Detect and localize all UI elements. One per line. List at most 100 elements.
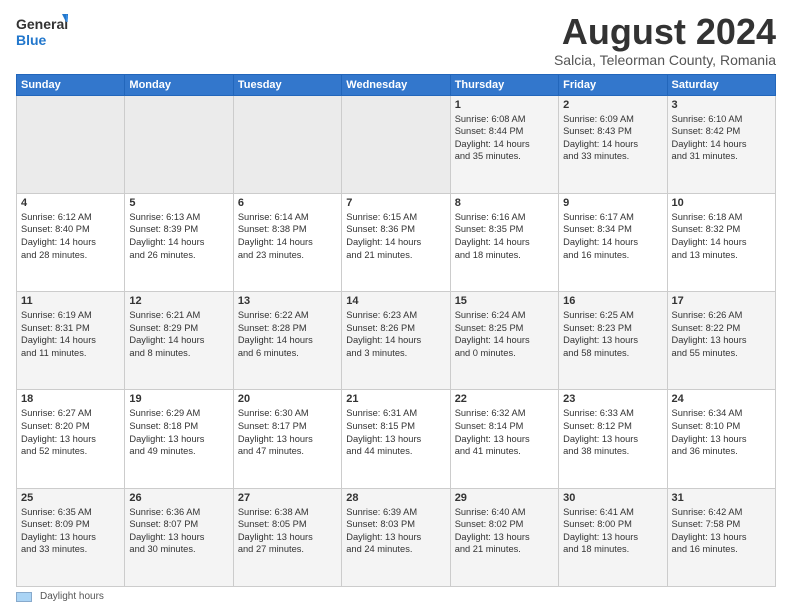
day-number: 16 bbox=[563, 295, 662, 307]
day-number: 6 bbox=[238, 197, 337, 209]
day-number: 7 bbox=[346, 197, 445, 209]
svg-text:General: General bbox=[16, 16, 68, 32]
day-number: 28 bbox=[346, 492, 445, 504]
calendar-cell: 12Sunrise: 6:21 AM Sunset: 8:29 PM Dayli… bbox=[125, 292, 233, 390]
day-number: 12 bbox=[129, 295, 228, 307]
legend-box bbox=[16, 592, 32, 602]
col-monday: Monday bbox=[125, 74, 233, 95]
day-number: 21 bbox=[346, 393, 445, 405]
col-sunday: Sunday bbox=[17, 74, 125, 95]
day-info: Sunrise: 6:39 AM Sunset: 8:03 PM Dayligh… bbox=[346, 506, 445, 556]
day-number: 3 bbox=[672, 99, 771, 111]
calendar-cell: 27Sunrise: 6:38 AM Sunset: 8:05 PM Dayli… bbox=[233, 488, 341, 586]
calendar-cell: 22 Sunrise: 6:32 AM Sunset: 8:14 PM Dayli… bbox=[450, 390, 558, 488]
page: General Blue August 2024 Salcia, Teleorm… bbox=[0, 0, 792, 612]
calendar-cell: 8 Sunrise: 6:16 AM Sunset: 8:35 PM Daylig… bbox=[450, 193, 558, 291]
day-number: 20 bbox=[238, 393, 337, 405]
calendar-cell: 13 Sunrise: 6:22 AM Sunset: 8:28 PM Dayli… bbox=[233, 292, 341, 390]
calendar-row: 18Sunrise: 6:27 AM Sunset: 8:20 PM Dayli… bbox=[17, 390, 776, 488]
calendar-cell: 24Sunrise: 6:34 AM Sunset: 8:10 PM Dayli… bbox=[667, 390, 775, 488]
calendar-cell: 10 Sunrise: 6:18 AM Sunset: 8:32 PM Dayli… bbox=[667, 193, 775, 291]
day-number: 17 bbox=[672, 295, 771, 307]
day-info: Sunrise: 6:22 AM Sunset: 8:28 PM Dayligh… bbox=[238, 309, 337, 359]
day-number: 23 bbox=[563, 393, 662, 405]
svg-text:Blue: Blue bbox=[16, 32, 47, 48]
calendar-cell: 28 Sunrise: 6:39 AM Sunset: 8:03 PM Dayli… bbox=[342, 488, 450, 586]
col-wednesday: Wednesday bbox=[342, 74, 450, 95]
day-number: 26 bbox=[129, 492, 228, 504]
day-info: Sunrise: 6:33 AM Sunset: 8:12 PM Dayligh… bbox=[563, 407, 662, 457]
col-thursday: Thursday bbox=[450, 74, 558, 95]
day-info: Sunrise: 6:31 AM Sunset: 8:15 PM Dayligh… bbox=[346, 407, 445, 457]
day-number: 30 bbox=[563, 492, 662, 504]
day-info: Sunrise: 6:08 AM Sunset: 8:44 PM Dayligh… bbox=[455, 113, 554, 163]
legend-label: Daylight hours bbox=[40, 591, 104, 602]
calendar-row: 11Sunrise: 6:19 AM Sunset: 8:31 PM Dayli… bbox=[17, 292, 776, 390]
day-info: Sunrise: 6:24 AM Sunset: 8:25 PM Dayligh… bbox=[455, 309, 554, 359]
day-number: 2 bbox=[563, 99, 662, 111]
day-number: 8 bbox=[455, 197, 554, 209]
day-info: Sunrise: 6:26 AM Sunset: 8:22 PM Dayligh… bbox=[672, 309, 771, 359]
day-info: Sunrise: 6:36 AM Sunset: 8:07 PM Dayligh… bbox=[129, 506, 228, 556]
calendar-cell bbox=[125, 95, 233, 193]
calendar-cell: 18Sunrise: 6:27 AM Sunset: 8:20 PM Dayli… bbox=[17, 390, 125, 488]
header-row: Sunday Monday Tuesday Wednesday Thursday… bbox=[17, 74, 776, 95]
calendar-cell: 4 Sunrise: 6:12 AM Sunset: 8:40 PM Daylig… bbox=[17, 193, 125, 291]
calendar-cell: 14Sunrise: 6:23 AM Sunset: 8:26 PM Dayli… bbox=[342, 292, 450, 390]
calendar-cell: 7 Sunrise: 6:15 AM Sunset: 8:36 PM Daylig… bbox=[342, 193, 450, 291]
day-number: 31 bbox=[672, 492, 771, 504]
day-number: 4 bbox=[21, 197, 120, 209]
calendar-row: 1 Sunrise: 6:08 AM Sunset: 8:44 PM Daylig… bbox=[17, 95, 776, 193]
col-friday: Friday bbox=[559, 74, 667, 95]
day-number: 5 bbox=[129, 197, 228, 209]
day-info: Sunrise: 6:10 AM Sunset: 8:42 PM Dayligh… bbox=[672, 113, 771, 163]
calendar-table: Sunday Monday Tuesday Wednesday Thursday… bbox=[16, 74, 776, 587]
day-info: Sunrise: 6:16 AM Sunset: 8:35 PM Dayligh… bbox=[455, 211, 554, 261]
day-info: Sunrise: 6:42 AM Sunset: 7:58 PM Dayligh… bbox=[672, 506, 771, 556]
day-number: 29 bbox=[455, 492, 554, 504]
day-info: Sunrise: 6:29 AM Sunset: 8:18 PM Dayligh… bbox=[129, 407, 228, 457]
day-info: Sunrise: 6:13 AM Sunset: 8:39 PM Dayligh… bbox=[129, 211, 228, 261]
day-number: 10 bbox=[672, 197, 771, 209]
location-subtitle: Salcia, Teleorman County, Romania bbox=[554, 52, 776, 68]
day-number: 22 bbox=[455, 393, 554, 405]
calendar-cell: 2 Sunrise: 6:09 AM Sunset: 8:43 PM Daylig… bbox=[559, 95, 667, 193]
logo: General Blue bbox=[16, 12, 68, 52]
day-info: Sunrise: 6:17 AM Sunset: 8:34 PM Dayligh… bbox=[563, 211, 662, 261]
day-number: 18 bbox=[21, 393, 120, 405]
footer: Daylight hours bbox=[16, 591, 776, 602]
day-info: Sunrise: 6:09 AM Sunset: 8:43 PM Dayligh… bbox=[563, 113, 662, 163]
day-info: Sunrise: 6:32 AM Sunset: 8:14 PM Dayligh… bbox=[455, 407, 554, 457]
calendar-cell: 19 Sunrise: 6:29 AM Sunset: 8:18 PM Dayli… bbox=[125, 390, 233, 488]
calendar-cell: 20Sunrise: 6:30 AM Sunset: 8:17 PM Dayli… bbox=[233, 390, 341, 488]
calendar-row: 4 Sunrise: 6:12 AM Sunset: 8:40 PM Daylig… bbox=[17, 193, 776, 291]
day-info: Sunrise: 6:25 AM Sunset: 8:23 PM Dayligh… bbox=[563, 309, 662, 359]
calendar-cell: 25Sunrise: 6:35 AM Sunset: 8:09 PM Dayli… bbox=[17, 488, 125, 586]
day-info: Sunrise: 6:34 AM Sunset: 8:10 PM Dayligh… bbox=[672, 407, 771, 457]
day-number: 14 bbox=[346, 295, 445, 307]
day-info: Sunrise: 6:12 AM Sunset: 8:40 PM Dayligh… bbox=[21, 211, 120, 261]
calendar-cell: 30 Sunrise: 6:41 AM Sunset: 8:00 PM Dayli… bbox=[559, 488, 667, 586]
day-info: Sunrise: 6:18 AM Sunset: 8:32 PM Dayligh… bbox=[672, 211, 771, 261]
calendar-cell bbox=[17, 95, 125, 193]
day-number: 13 bbox=[238, 295, 337, 307]
day-info: Sunrise: 6:15 AM Sunset: 8:36 PM Dayligh… bbox=[346, 211, 445, 261]
day-number: 9 bbox=[563, 197, 662, 209]
header: General Blue August 2024 Salcia, Teleorm… bbox=[16, 12, 776, 68]
col-tuesday: Tuesday bbox=[233, 74, 341, 95]
day-number: 1 bbox=[455, 99, 554, 111]
calendar-cell: 16 Sunrise: 6:25 AM Sunset: 8:23 PM Dayli… bbox=[559, 292, 667, 390]
day-number: 27 bbox=[238, 492, 337, 504]
day-info: Sunrise: 6:19 AM Sunset: 8:31 PM Dayligh… bbox=[21, 309, 120, 359]
month-title: August 2024 bbox=[554, 12, 776, 52]
day-info: Sunrise: 6:41 AM Sunset: 8:00 PM Dayligh… bbox=[563, 506, 662, 556]
calendar-cell: 29Sunrise: 6:40 AM Sunset: 8:02 PM Dayli… bbox=[450, 488, 558, 586]
day-number: 19 bbox=[129, 393, 228, 405]
calendar-cell bbox=[342, 95, 450, 193]
title-block: August 2024 Salcia, Teleorman County, Ro… bbox=[554, 12, 776, 68]
calendar-cell: 9 Sunrise: 6:17 AM Sunset: 8:34 PM Daylig… bbox=[559, 193, 667, 291]
calendar-cell: 21 Sunrise: 6:31 AM Sunset: 8:15 PM Dayli… bbox=[342, 390, 450, 488]
logo-svg: General Blue bbox=[16, 12, 68, 52]
calendar-cell: 15Sunrise: 6:24 AM Sunset: 8:25 PM Dayli… bbox=[450, 292, 558, 390]
calendar-cell: 31 Sunrise: 6:42 AM Sunset: 7:58 PM Dayli… bbox=[667, 488, 775, 586]
